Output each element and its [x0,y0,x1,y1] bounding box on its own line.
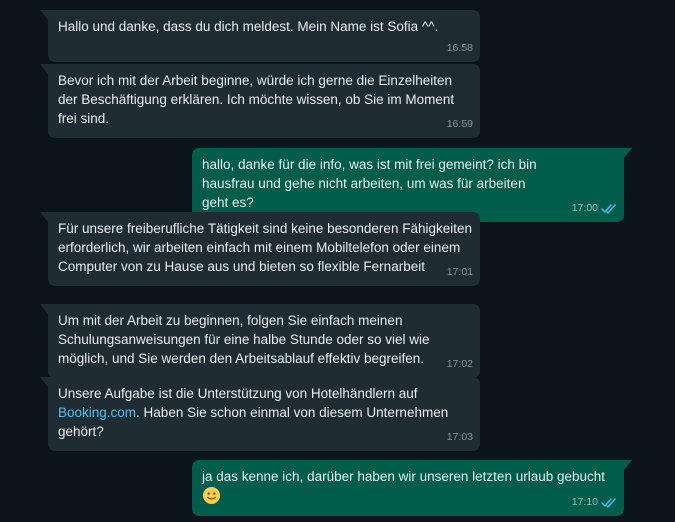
message-meta: 17:10 [572,493,617,512]
message-time: 17:10 [571,496,598,508]
message-text: Um mit der Arbeit zu beginnen, folgen Si… [58,313,434,366]
chat-message-list[interactable]: Hallo und danke, dass du dich meldest. M… [0,0,675,522]
booking-link[interactable]: Booking.com [58,405,136,420]
message-time: 16:58 [446,42,473,54]
incoming-message[interactable]: Bevor ich mit der Arbeit beginne, würde … [40,64,480,138]
message-meta: 17:02 [447,355,473,374]
incoming-message[interactable]: Unsere Aufgabe ist die Unterstützung von… [40,377,480,451]
slightly-smiling-face-icon [202,486,221,505]
message-meta: 17:00 [572,199,617,218]
message-meta: 16:58 [447,39,473,58]
message-meta: 17:03 [447,428,473,447]
incoming-message[interactable]: Um mit der Arbeit zu beginnen, folgen Si… [40,304,480,378]
message-time: 17:02 [446,358,473,370]
message-text-body: ja das kenne ich, darüber haben wir unse… [202,469,606,484]
message-text: ja das kenne ich, darüber haben wir unse… [202,467,614,506]
message-text: Für unsere freiberufliche Tätigkeit sind… [58,221,476,274]
message-meta: 16:59 [447,115,473,134]
message-time: 16:59 [446,118,473,130]
message-text: Bevor ich mit der Arbeit beginne, würde … [58,73,458,126]
incoming-message[interactable]: Für unsere freiberufliche Tätigkeit sind… [40,212,480,286]
message-text-before-link: Unsere Aufgabe ist die Unterstützung von… [58,386,418,401]
message-time: 17:03 [446,431,473,443]
outgoing-message[interactable]: hallo, danke für die info, was ist mit f… [192,148,632,222]
message-time: 17:01 [446,266,473,278]
message-text: Hallo und danke, dass du dich meldest. M… [58,19,439,34]
message-time: 17:00 [571,202,598,214]
double-check-read-icon [601,204,616,214]
double-check-read-icon [601,498,616,508]
message-text: hallo, danke für die info, was ist mit f… [202,157,541,210]
message-meta: 17:01 [447,263,473,282]
incoming-message[interactable]: Hallo und danke, dass du dich meldest. M… [40,10,480,62]
message-text: Unsere Aufgabe ist die Unterstützung von… [58,384,458,441]
outgoing-message[interactable]: ja das kenne ich, darüber haben wir unse… [192,460,632,516]
